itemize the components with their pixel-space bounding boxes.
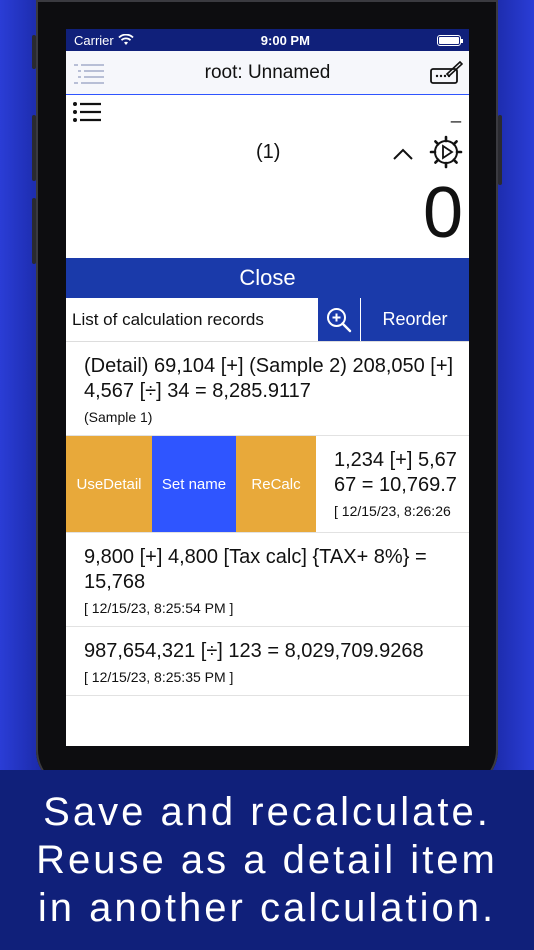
swiped-list-item: UseDetail Set name ReCalc 1,234 [+] 5,67… <box>66 436 469 533</box>
chevron-up-icon[interactable] <box>392 141 414 167</box>
list-item[interactable]: (Detail) 69,104 [+] (Sample 2) 208,050 [… <box>66 342 469 436</box>
page-title: root: Unnamed <box>204 61 331 83</box>
edit-keyboard-icon[interactable] <box>429 60 463 86</box>
record-name: (Sample 1) <box>84 409 153 425</box>
record-timestamp: [ 12/15/23, 8:25:54 PM ] <box>84 600 234 616</box>
close-button[interactable]: Close <box>66 258 469 298</box>
calculator-area: _ (1) 0 <box>66 95 469 258</box>
status-bar: Carrier 9:00 PM <box>66 29 469 51</box>
record-timestamp: [ 12/15/23, 8:26:26 <box>334 503 451 519</box>
list-item[interactable]: 9,800 [+] 4,800 [Tax calc] {TAX+ 8%} = 1… <box>66 533 469 627</box>
list-item[interactable]: 987,654,321 [÷] 123 = 8,029,709.9268 [ 1… <box>66 627 469 696</box>
menu-list-icon[interactable] <box>72 101 102 125</box>
phone-side-button <box>32 198 36 264</box>
caption-line: Save and recalculate. <box>43 790 491 834</box>
record-timestamp: [ 12/15/23, 8:25:35 PM ] <box>84 669 234 685</box>
record-formula: 987,654,321 [÷] 123 = 8,029,709.9268 <box>84 640 424 662</box>
phone-side-button <box>32 115 36 181</box>
caption-line: in another calculation. <box>37 886 497 930</box>
status-time: 9:00 PM <box>260 32 310 48</box>
caption-line: Reuse as a detail item <box>36 838 498 882</box>
record-formula: 67 = 10,769.7 <box>334 474 457 496</box>
nav-bar: root: Unnamed <box>66 51 469 95</box>
records-list: (Detail) 69,104 [+] (Sample 2) 208,050 [… <box>66 342 469 696</box>
carrier-label: Carrier <box>74 32 114 48</box>
record-formula: 9,800 [+] 4,800 [Tax calc] {TAX+ 8%} = 1… <box>84 546 427 593</box>
phone-side-button <box>498 115 502 185</box>
records-toolbar: List of calculation records Reorder <box>66 298 469 342</box>
gear-icon[interactable] <box>429 135 463 169</box>
reorder-button[interactable]: Reorder <box>361 298 469 341</box>
list-item[interactable]: 1,234 [+] 5,67 67 = 10,769.7 [ 12/15/23,… <box>316 436 457 532</box>
memory-indicator: _ <box>450 103 461 123</box>
app-screen: Carrier 9:00 PM root: Unnamed _ (1) 0 Cl… <box>66 29 469 746</box>
use-detail-button[interactable]: UseDetail <box>66 436 152 532</box>
phone-side-button <box>32 35 36 69</box>
record-formula: (Detail) 69,104 [+] (Sample 2) 208,050 [… <box>84 355 454 402</box>
recalc-button[interactable]: ReCalc <box>236 436 316 532</box>
search-button[interactable] <box>318 298 361 341</box>
list-outline-icon[interactable] <box>72 61 106 85</box>
expression-marker: (1) <box>256 141 281 163</box>
zoom-search-icon <box>327 307 352 332</box>
battery-icon <box>437 34 463 46</box>
caption-band: Save and recalculate. Reuse as a detail … <box>0 770 534 950</box>
wifi-icon <box>118 34 134 45</box>
records-list-label: List of calculation records <box>72 309 264 329</box>
calculator-display: 0 <box>422 173 463 253</box>
set-name-button[interactable]: Set name <box>152 436 236 532</box>
record-formula: 1,234 [+] 5,67 <box>334 449 457 471</box>
